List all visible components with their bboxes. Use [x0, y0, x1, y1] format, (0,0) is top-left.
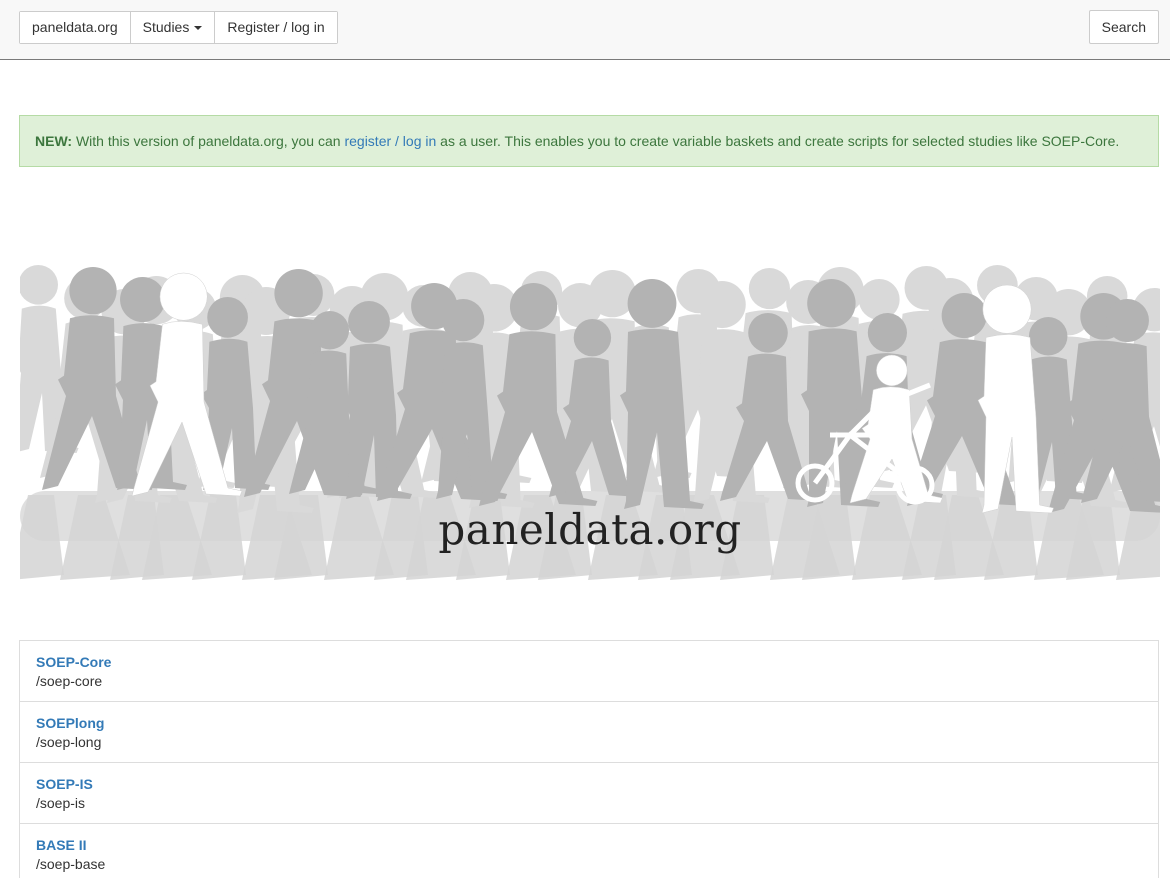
study-path: /soep-base — [36, 856, 106, 872]
brand-label: paneldata.org — [32, 19, 118, 35]
study-list-item[interactable]: SOEP-Core /soep-core — [20, 641, 1158, 702]
search-label: Search — [1101, 19, 1146, 35]
hero-title: paneldata.org — [438, 505, 742, 554]
caret-down-icon — [194, 25, 203, 30]
studies-label: Studies — [142, 19, 190, 35]
study-title-link[interactable]: SOEPlong — [36, 714, 1142, 732]
new-feature-alert: NEW: With this version of paneldata.org,… — [19, 115, 1159, 167]
study-title-link[interactable]: SOEP-IS — [36, 775, 1142, 793]
search-button[interactable]: Search — [1088, 10, 1159, 44]
nav-button-group: paneldata.org Studies Register / log in — [19, 11, 338, 44]
alert-text-before: With this version of paneldata.org, you … — [72, 133, 345, 149]
study-path: /soep-is — [36, 795, 86, 811]
top-navbar: paneldata.org Studies Register / log in … — [0, 0, 1170, 60]
study-title-link[interactable]: BASE II — [36, 836, 1142, 854]
register-login-button[interactable]: Register / log in — [214, 12, 337, 43]
brand-button[interactable]: paneldata.org — [20, 12, 130, 43]
study-path: /soep-long — [36, 734, 102, 750]
study-list-item[interactable]: BASE II /soep-base — [20, 824, 1158, 878]
study-list-item[interactable]: SOEP-IS /soep-is — [20, 763, 1158, 824]
study-list-item[interactable]: SOEPlong /soep-long — [20, 702, 1158, 763]
alert-prefix: NEW: — [35, 133, 73, 149]
studies-dropdown-button[interactable]: Studies — [129, 12, 215, 43]
study-list: SOEP-Core /soep-core SOEPlong /soep-long… — [19, 640, 1159, 878]
study-path: /soep-core — [36, 673, 103, 689]
alert-text-after: as a user. This enables you to create va… — [436, 133, 1120, 149]
alert-register-link[interactable]: register / log in — [344, 133, 436, 149]
study-title-link[interactable]: SOEP-Core — [36, 653, 1142, 671]
hero-banner: paneldata.org — [20, 255, 1160, 595]
register-login-label: Register / log in — [227, 19, 325, 35]
